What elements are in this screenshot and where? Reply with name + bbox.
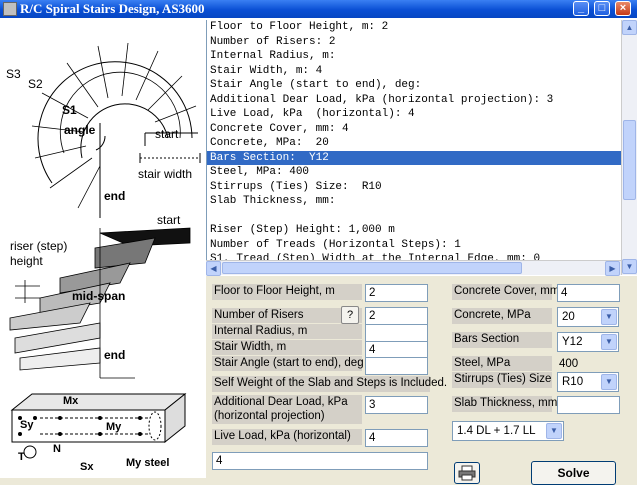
slab-thickness-input[interactable] [557,396,620,414]
dead-load-label-line1: Additional Dear Load, kPa [212,395,362,410]
output-line[interactable]: Stair Width, m: 4 [207,64,621,79]
scroll-right-button[interactable]: ▶ [605,261,620,276]
output-line[interactable]: Number of Risers: 2 [207,35,621,50]
maximize-button[interactable]: □ [594,1,610,16]
risers-label: Number of Risers [212,308,362,323]
chevron-down-icon[interactable]: ▼ [601,334,617,350]
concrete-select-value: 20 [562,311,575,323]
label-riser-step: riser (step) [10,239,67,253]
output-line[interactable]: Additional Dear Load, kPa (horizontal pr… [207,93,621,108]
bars-section-select-value: Y12 [562,336,583,348]
label-end-top: end [104,189,125,203]
vertical-scrollbar[interactable]: ▲ ▼ [621,20,637,275]
stair-angle-input[interactable] [365,357,428,375]
label-s3: S3 [6,67,21,81]
dead-load-input[interactable]: 3 [365,396,428,414]
load-combination-select[interactable]: 1.4 DL + 1.7 LL ▼ [452,421,564,441]
window-title: R/C Spiral Stairs Design, AS3600 [20,1,205,16]
output-line[interactable]: Riser (Step) Height: 1,000 m [207,223,621,238]
label-angle: angle [64,123,96,137]
risers-help-button[interactable]: ? [341,306,359,324]
printer-icon [458,465,476,481]
output-line[interactable]: S1, Tread (Step) Width at the Internal E… [207,252,621,260]
stair-width-label: Stair Width, m [212,340,362,355]
output-line[interactable]: Concrete Cover, mm: 4 [207,122,621,137]
label-sx: Sx [80,461,94,473]
output-line[interactable]: Slab Thickness, mm: [207,194,621,209]
scroll-thumb-horizontal[interactable] [222,262,522,274]
stair-diagram: S3 S2 S1 angle start stair width end sta… [0,18,205,478]
results-list[interactable]: Floor to Floor Height, m: 2 Number of Ris… [206,20,621,260]
label-my-steel: My steel [126,457,169,469]
print-button[interactable] [454,462,480,484]
output-line[interactable]: Live Load, kPa (horizontal): 4 [207,107,621,122]
scroll-left-button[interactable]: ◀ [206,261,221,276]
load-combination-value: 1.4 DL + 1.7 LL [457,425,536,437]
bars-section-select[interactable]: Y12 ▼ [557,332,619,352]
app-icon [3,2,17,16]
main-area: S3 S2 S1 angle start stair width end sta… [0,18,637,485]
steel-label: Steel, MPa [452,356,552,371]
label-start-side: start [157,213,181,227]
internal-radius-input[interactable] [365,324,428,342]
label-n: N [53,443,61,455]
concrete-cover-input[interactable]: 4 [557,284,620,302]
output-line[interactable]: Floor to Floor Height, m: 2 [207,20,621,35]
dead-load-label-line2: (horizontal projection) [212,409,362,424]
concrete-cover-label: Concrete Cover, mm [452,284,559,300]
chevron-down-icon[interactable]: ▼ [546,423,562,439]
solve-button[interactable]: Solve [531,461,616,485]
output-line[interactable] [207,209,621,224]
bars-section-label: Bars Section [452,332,552,348]
label-t: T [18,451,25,463]
label-s1: S1 [62,103,77,117]
minimize-button[interactable]: _ [573,1,589,16]
label-mid-span: mid-span [72,289,125,303]
label-end-side: end [104,348,125,362]
floor-height-input[interactable]: 2 [365,284,428,302]
label-s2: S2 [28,77,43,91]
risers-input[interactable]: 2 [365,307,428,325]
output-line[interactable]: Number of Treads (Horizontal Steps): 1 [207,238,621,253]
bottom-value-input[interactable]: 4 [212,452,428,470]
stirrups-select-value: R10 [562,376,584,388]
close-button[interactable]: × [615,1,631,16]
live-load-input[interactable]: 4 [365,429,428,447]
scroll-up-button[interactable]: ▲ [622,20,637,35]
floor-height-label: Floor to Floor Height, m [212,284,362,300]
input-form: Floor to Floor Height, m 2 Number of Ris… [206,276,637,485]
live-load-label: Live Load, kPa (horizontal) [212,429,362,445]
horizontal-scrollbar[interactable]: ◀ ▶ [206,260,621,276]
output-line[interactable]: Stair Angle (start to end), deg: [207,78,621,93]
chevron-down-icon[interactable]: ▼ [601,309,617,325]
stirrups-label: Stirrups (Ties) Size [452,372,552,388]
label-stair-width: stair width [138,167,192,181]
label-height: height [10,254,43,268]
label-mx: Mx [63,395,79,407]
stirrups-select[interactable]: R10 ▼ [557,372,619,392]
label-my: My [106,421,122,433]
output-line[interactable]: Internal Radius, m: [207,49,621,64]
scroll-down-button[interactable]: ▼ [622,259,637,274]
output-line[interactable]: Steel, MPa: 400 [207,165,621,180]
steel-value: 400 [559,358,579,370]
internal-radius-label: Internal Radius, m [212,324,362,339]
self-weight-note: Self Weight of the Slab and Steps is Inc… [212,376,447,392]
concrete-label: Concrete, MPa [452,308,552,324]
output-line[interactable]: Stirrups (Ties) Size: R10 [207,180,621,195]
label-start-top: start [155,127,179,141]
title-bar: R/C Spiral Stairs Design, AS3600 _ □ × [0,0,637,18]
output-line[interactable]: Concrete, MPa: 20 [207,136,621,151]
chevron-down-icon[interactable]: ▼ [601,374,617,390]
slab-thickness-label: Slab Thickness, mm [452,396,557,412]
stair-angle-label: Stair Angle (start to end), deg [212,356,364,371]
output-line[interactable]: Bars Section: Y12 [207,150,621,165]
stair-drawing: S3 S2 S1 angle start stair width end sta… [6,42,201,473]
concrete-select[interactable]: 20 ▼ [557,307,619,327]
label-sy: Sy [20,419,34,431]
scroll-thumb-vertical[interactable] [623,120,636,200]
